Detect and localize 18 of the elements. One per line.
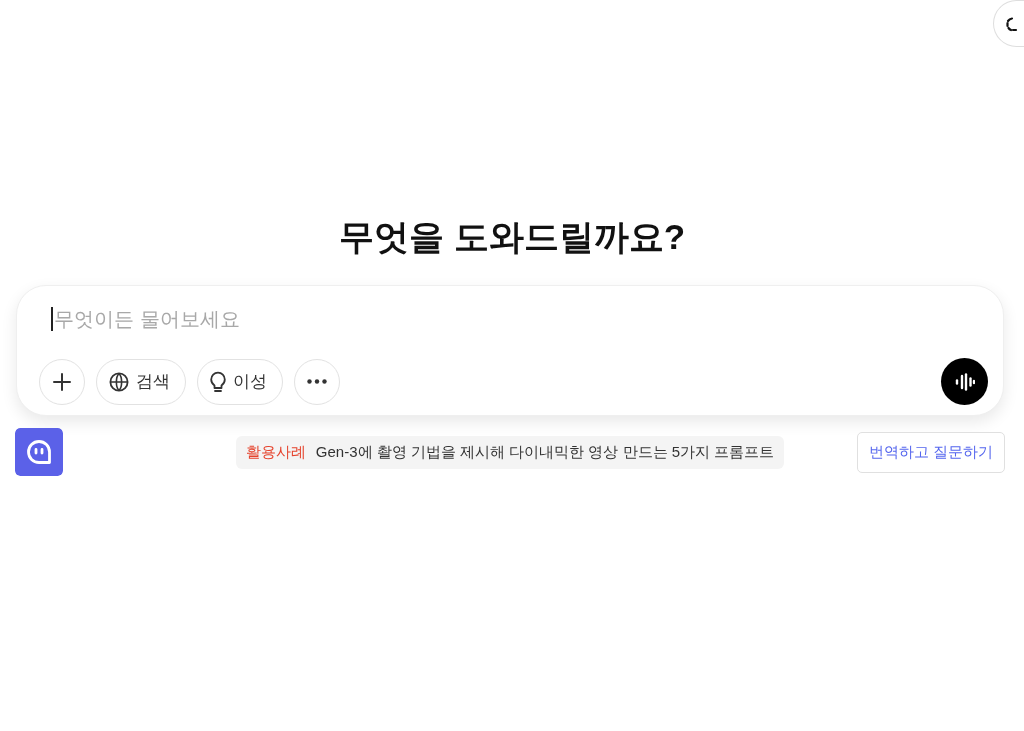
waveform-icon bbox=[954, 372, 975, 391]
page-heading: 무엇을 도와드릴까요? bbox=[338, 216, 686, 258]
plus-icon bbox=[53, 372, 71, 391]
message-input[interactable]: 무엇이든 물어보세요 bbox=[51, 307, 471, 331]
example-prompt[interactable]: 활용사례 Gen-3에 촬영 기법을 제시해 다이내믹한 영상 만드는 5가지 프롬프트 bbox=[235, 436, 785, 469]
search-button[interactable]: 검색 bbox=[96, 358, 186, 405]
more-dots-icon bbox=[307, 379, 327, 384]
reasoning-button[interactable]: 이성 bbox=[197, 358, 283, 405]
globe-icon bbox=[109, 371, 129, 392]
add-button[interactable] bbox=[39, 358, 85, 405]
light-bulb-icon bbox=[210, 370, 226, 393]
example-text: Gen-3에 촬영 기법을 제시해 다이내믹한 영상 만드는 5가지 프롬프트 bbox=[315, 443, 775, 462]
example-tag: 활용사례 bbox=[245, 443, 306, 462]
dashed-ring-icon bbox=[1006, 15, 1020, 32]
voice-button[interactable] bbox=[941, 358, 988, 405]
ghost-face-icon[interactable] bbox=[15, 428, 63, 476]
corner-button[interactable] bbox=[993, 0, 1024, 47]
translate-ask-button[interactable]: 번역하고 질문하기 bbox=[856, 432, 1005, 473]
